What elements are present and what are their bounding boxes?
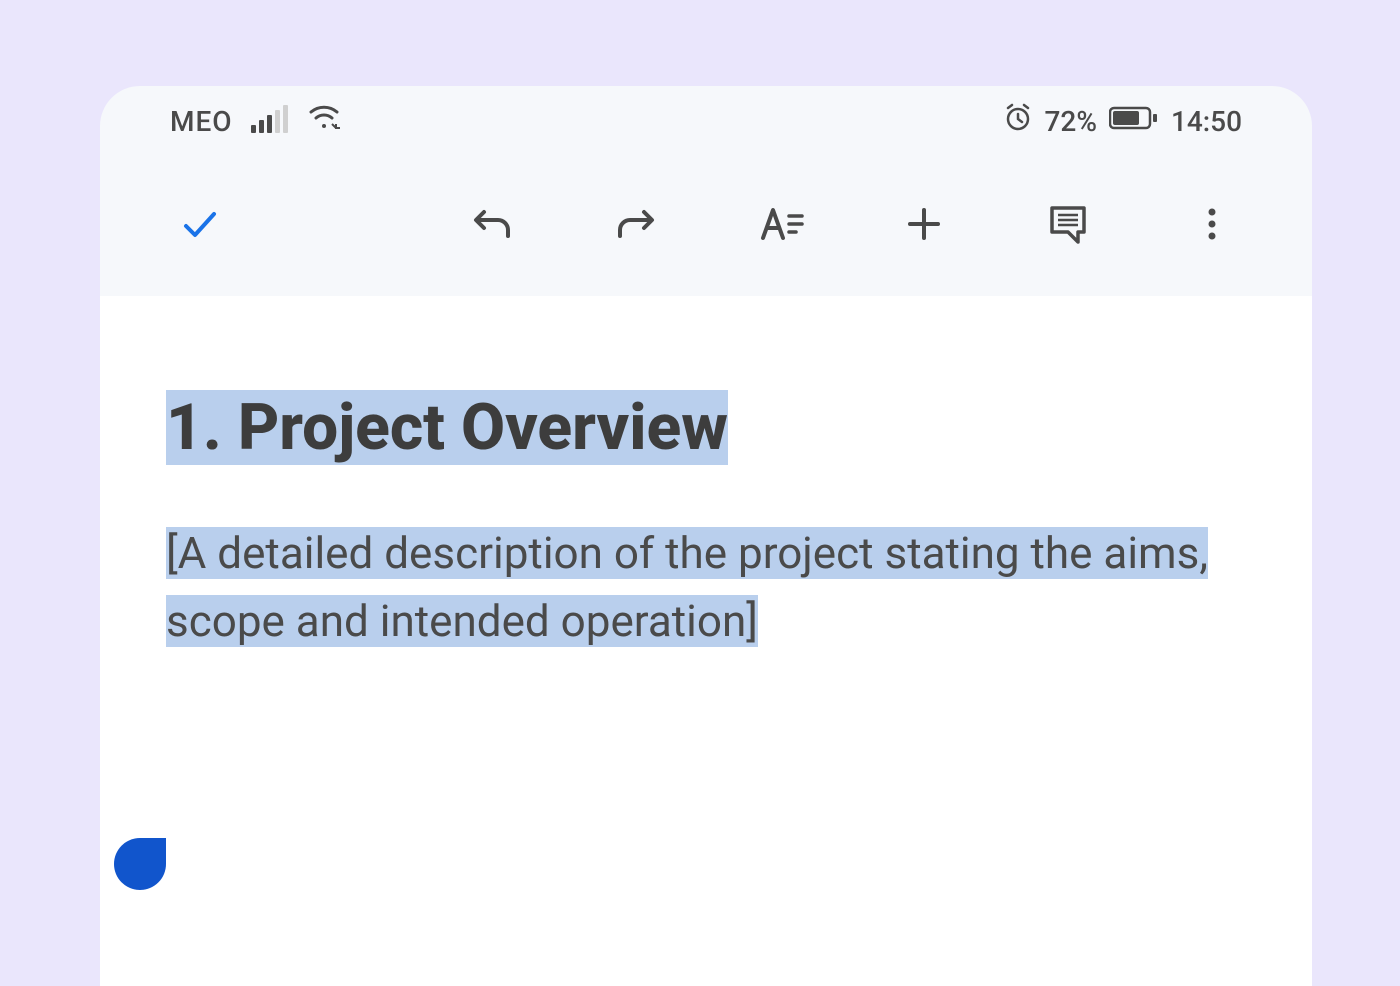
status-bar-right: 72% 14:50 — [1003, 103, 1243, 140]
checkmark-icon — [178, 202, 222, 250]
redo-button[interactable] — [596, 186, 676, 266]
carrier-label: MEO — [170, 105, 233, 138]
toolbar — [100, 156, 1312, 296]
undo-icon — [470, 202, 514, 250]
plus-icon — [904, 204, 944, 248]
comment-button[interactable] — [1028, 186, 1108, 266]
more-vertical-icon — [1192, 204, 1232, 248]
status-bar-left: MEO — [170, 104, 342, 139]
more-button[interactable] — [1172, 186, 1252, 266]
document-heading[interactable]: 1. Project Overview — [166, 390, 728, 465]
wifi-icon — [306, 104, 342, 139]
battery-percent: 72% — [1045, 105, 1097, 138]
selection-handle-start[interactable] — [114, 838, 166, 890]
battery-icon — [1109, 105, 1159, 138]
document-content[interactable]: 1. Project Overview [A detailed descript… — [100, 296, 1312, 986]
insert-button[interactable] — [884, 186, 964, 266]
document-body[interactable]: [A detailed description of the project s… — [166, 527, 1208, 647]
alarm-icon — [1003, 103, 1033, 140]
redo-icon — [614, 202, 658, 250]
comment-icon — [1046, 202, 1090, 250]
clock-time: 14:50 — [1171, 105, 1242, 138]
done-button[interactable] — [160, 186, 240, 266]
text-format-button[interactable] — [740, 186, 820, 266]
undo-button[interactable] — [452, 186, 532, 266]
signal-icon — [251, 109, 288, 133]
phone-frame: MEO 72% — [100, 86, 1312, 986]
status-bar: MEO 72% — [100, 86, 1312, 156]
text-format-icon — [756, 202, 804, 250]
